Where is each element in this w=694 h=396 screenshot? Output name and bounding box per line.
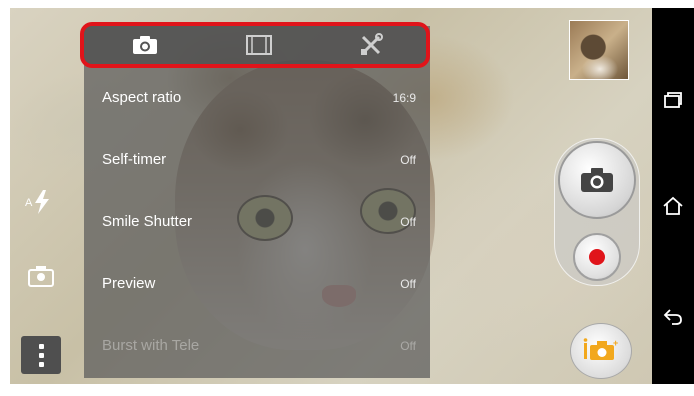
video-frame-icon (246, 35, 272, 55)
scene-portrait-icon (28, 266, 54, 287)
svg-text:A: A (25, 197, 33, 209)
shutter-button[interactable] (558, 141, 636, 219)
shutter-camera-icon (581, 168, 613, 192)
setting-row-aspect-ratio[interactable]: Aspect ratio 16:9 (84, 70, 430, 132)
scene-mode-button[interactable] (25, 262, 57, 297)
home-icon (663, 196, 683, 215)
tools-icon (361, 33, 383, 55)
menu-icon (38, 343, 44, 349)
tab-video-settings[interactable] (204, 26, 314, 64)
system-navigation-bar (652, 8, 694, 384)
setting-label: Smile Shutter (102, 213, 193, 230)
camera-icon (133, 36, 157, 54)
setting-value: Off (400, 215, 416, 229)
setting-label: Self-timer (102, 151, 167, 168)
superior-auto-mode-icon: + (583, 338, 618, 360)
recent-apps-icon (664, 92, 682, 108)
camera-mode-button[interactable]: + (570, 323, 632, 379)
setting-value: Off (400, 277, 416, 291)
home-button[interactable] (652, 186, 694, 226)
back-icon (663, 309, 682, 325)
record-video-icon (589, 249, 605, 265)
flash-mode-button[interactable]: A (25, 188, 59, 221)
setting-row-self-timer[interactable]: Self-timer Off (84, 132, 430, 194)
setting-row-preview[interactable]: Preview Off (84, 256, 430, 318)
record-video-button[interactable] (573, 233, 621, 281)
more-options-button[interactable] (21, 336, 61, 374)
setting-value: Off (400, 153, 416, 167)
svg-text:+: + (613, 338, 618, 348)
setting-label: Burst with Tele (102, 337, 200, 354)
setting-row-smile-shutter[interactable]: Smile Shutter Off (84, 194, 430, 256)
settings-tab-bar (80, 22, 430, 68)
setting-row-burst[interactable]: Burst with Tele Off (84, 318, 430, 380)
back-button[interactable] (652, 296, 694, 336)
recent-apps-button[interactable] (652, 80, 694, 120)
tab-camera-settings[interactable] (90, 26, 200, 64)
setting-value: Off (400, 339, 416, 353)
gallery-thumbnail[interactable] (569, 20, 629, 80)
flash-auto-icon: A (25, 190, 49, 214)
camera-app-screen: Aspect ratio 16:9 Self-timer Off Smile S… (0, 0, 694, 396)
setting-label: Preview (102, 275, 156, 292)
tab-general-settings[interactable] (316, 26, 426, 64)
setting-label: Aspect ratio (102, 89, 182, 106)
setting-value: 16:9 (392, 91, 416, 105)
